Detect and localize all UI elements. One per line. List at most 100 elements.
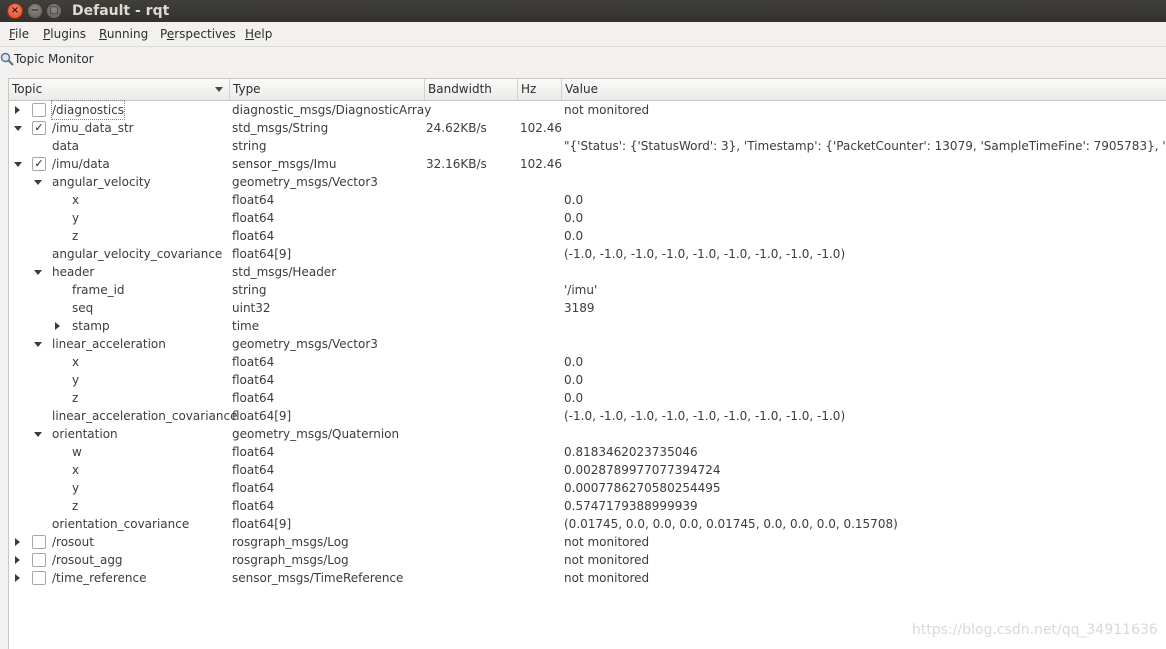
tree-row[interactable]: /time_reference sensor_msgs/TimeReference… [9, 569, 1166, 587]
cell-type: float64 [232, 229, 275, 243]
menu-running[interactable]: Running [99, 22, 148, 46]
cell-type: float64 [232, 391, 275, 405]
cell-topic: /imu_data_str [52, 121, 134, 135]
menu-file[interactable]: File [9, 22, 29, 46]
menu-bar: File Plugins Running Perspectives Help [0, 22, 1166, 47]
cell-type: float64 [232, 193, 275, 207]
cell-type: time [232, 319, 260, 333]
cell-topic: header [52, 265, 95, 279]
column-header-value[interactable]: Value [562, 79, 1166, 100]
tree-row[interactable]: stamp time [9, 317, 1166, 335]
tree-row[interactable]: ✓ /imu/data sensor_msgs/Imu 32.16KB/s 102.46 [9, 155, 1166, 173]
column-header-hz[interactable]: Hz [518, 79, 562, 100]
window-titlebar: × − □ Default - rqt [0, 0, 1166, 22]
minimize-window-button[interactable]: − [27, 3, 43, 19]
cell-value: 0.5747179388999939 [564, 499, 698, 513]
maximize-window-button[interactable]: □ [46, 3, 62, 19]
collapse-arrow-icon[interactable] [34, 270, 42, 275]
cell-type: string [232, 283, 267, 297]
cell-value: 0.0 [564, 373, 584, 387]
cell-topic: z [72, 229, 79, 243]
cell-value: 0.0 [564, 391, 584, 405]
monitor-checkbox[interactable]: ✓ [32, 121, 46, 135]
column-header-bandwidth[interactable]: Bandwidth [425, 79, 518, 100]
cell-topic: /diagnostics [50, 100, 126, 120]
tree-row[interactable]: w float64 0.8183462023735046 [9, 443, 1166, 461]
cell-value: not monitored [564, 535, 650, 549]
cell-topic: w [72, 445, 82, 459]
menu-perspectives[interactable]: Perspectives [160, 22, 236, 46]
cell-type: float64 [232, 481, 275, 495]
cell-value: '/imu' [564, 283, 598, 297]
tree-row[interactable]: orientation geometry_msgs/Quaternion [9, 425, 1166, 443]
cell-value: 0.0007786270580254495 [564, 481, 721, 495]
tree-row[interactable]: x float64 0.0028789977077394724 [9, 461, 1166, 479]
expand-arrow-icon[interactable] [15, 106, 20, 114]
cell-type: float64 [232, 211, 275, 225]
tree-row[interactable]: z float64 0.0 [9, 389, 1166, 407]
tree-row[interactable]: orientation_covariance float64[9] (0.01745… [9, 515, 1166, 533]
collapse-arrow-icon[interactable] [34, 432, 42, 437]
monitor-checkbox[interactable] [32, 553, 46, 567]
cell-type: geometry_msgs/Vector3 [232, 337, 378, 351]
cell-value: (-1.0, -1.0, -1.0, -1.0, -1.0, -1.0, -1.… [564, 247, 846, 261]
column-header-type[interactable]: Type [230, 79, 425, 100]
tree-row[interactable]: seq uint32 3189 [9, 299, 1166, 317]
tree-row[interactable]: x float64 0.0 [9, 191, 1166, 209]
tree-row[interactable]: ✓ /imu_data_str std_msgs/String 24.62KB/s 10… [9, 119, 1166, 137]
tree-row[interactable]: angular_velocity geometry_msgs/Vector3 [9, 173, 1166, 191]
menu-help[interactable]: Help [245, 22, 272, 46]
menu-plugins[interactable]: Plugins [43, 22, 86, 46]
tree-row[interactable]: y float64 0.0007786270580254495 [9, 479, 1166, 497]
expand-arrow-icon[interactable] [55, 322, 60, 330]
cell-type: float64 [232, 355, 275, 369]
tree-row[interactable]: /rosout_agg rosgraph_msgs/Log not monitore… [9, 551, 1166, 569]
tree-row[interactable]: linear_acceleration_covariance float64[9]… [9, 407, 1166, 425]
cell-value: (-1.0, -1.0, -1.0, -1.0, -1.0, -1.0, -1.… [564, 409, 846, 423]
cell-type: float64 [232, 499, 275, 513]
cell-type: diagnostic_msgs/DiagnosticArray [232, 103, 432, 117]
collapse-arrow-icon[interactable] [14, 126, 22, 131]
cell-topic: linear_acceleration [52, 337, 166, 351]
magnifier-icon [0, 52, 14, 66]
cell-hz: 102.46 [520, 157, 562, 171]
topic-tree[interactable]: Topic Type Bandwidth Hz Value /diagnosti… [8, 78, 1166, 649]
cell-topic: linear_acceleration_covariance [52, 409, 238, 423]
plugin-title-bar: Topic Monitor [0, 49, 94, 69]
cell-value: 0.0028789977077394724 [564, 463, 721, 477]
monitor-checkbox[interactable] [32, 571, 46, 585]
tree-row[interactable]: z float64 0.0 [9, 227, 1166, 245]
cell-value: (0.01745, 0.0, 0.0, 0.0, 0.01745, 0.0, 0… [564, 517, 898, 531]
tree-row[interactable]: data string "{'Status': {'StatusWord': 3},… [9, 137, 1166, 155]
collapse-arrow-icon[interactable] [34, 180, 42, 185]
tree-row[interactable]: angular_velocity_covariance float64[9] (-1… [9, 245, 1166, 263]
expand-arrow-icon[interactable] [15, 538, 20, 546]
watermark: https://blog.csdn.net/qq_34911636 [912, 622, 1158, 638]
tree-row[interactable]: /rosout rosgraph_msgs/Log not monitored [9, 533, 1166, 551]
tree-row[interactable]: /diagnostics diagnostic_msgs/DiagnosticAr… [9, 100, 1166, 120]
expand-arrow-icon[interactable] [15, 556, 20, 564]
tree-row[interactable]: x float64 0.0 [9, 353, 1166, 371]
cell-type: std_msgs/Header [232, 265, 337, 279]
cell-value: not monitored [564, 553, 650, 567]
tree-row[interactable]: y float64 0.0 [9, 209, 1166, 227]
cell-type: float64[9] [232, 247, 292, 261]
monitor-checkbox[interactable]: ✓ [32, 157, 46, 171]
collapse-arrow-icon[interactable] [14, 162, 22, 167]
monitor-checkbox[interactable] [32, 535, 46, 549]
cell-value: "{'Status': {'StatusWord': 3}, 'Timestam… [564, 139, 1166, 153]
tree-row[interactable]: linear_acceleration geometry_msgs/Vector3 [9, 335, 1166, 353]
collapse-arrow-icon[interactable] [34, 342, 42, 347]
tree-row[interactable]: header std_msgs/Header [9, 263, 1166, 281]
tree-row[interactable]: frame_id string '/imu' [9, 281, 1166, 299]
monitor-checkbox[interactable] [32, 103, 46, 117]
column-header-topic[interactable]: Topic [9, 79, 230, 100]
cell-topic: y [72, 481, 80, 495]
tree-row[interactable]: z float64 0.5747179388999939 [9, 497, 1166, 515]
cell-type: float64[9] [232, 517, 292, 531]
tree-row[interactable]: y float64 0.0 [9, 371, 1166, 389]
close-window-button[interactable]: × [7, 3, 23, 19]
cell-bandwidth: 32.16KB/s [426, 157, 487, 171]
expand-arrow-icon[interactable] [15, 574, 20, 582]
cell-topic: y [72, 373, 80, 387]
